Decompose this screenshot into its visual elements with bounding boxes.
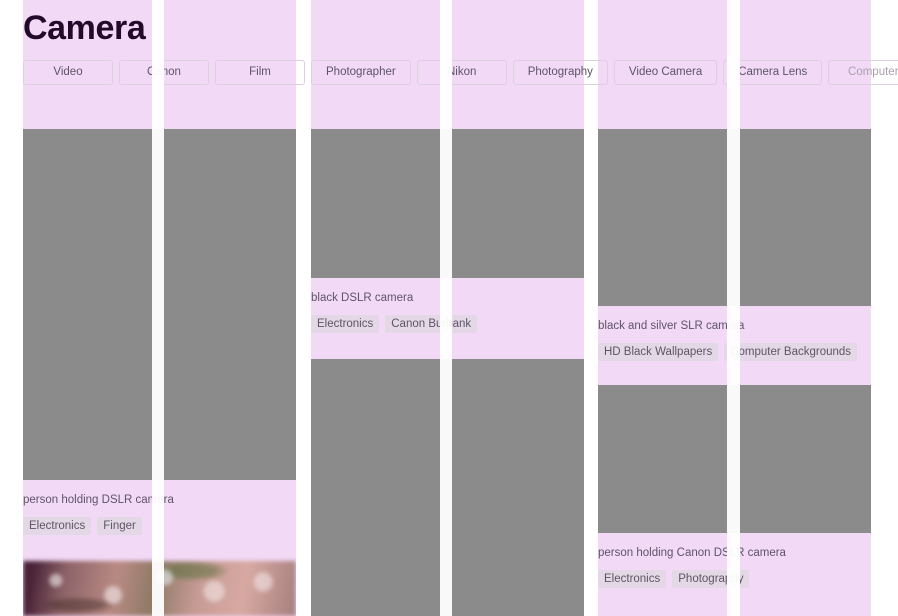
- related-tag-chip[interactable]: Computer: [828, 60, 898, 85]
- related-tag-chip[interactable]: Photography: [512, 60, 608, 85]
- photo-tag[interactable]: Electronics: [598, 570, 667, 588]
- page-title: Camera: [23, 9, 146, 47]
- photo-tag[interactable]: Computer Backgrounds: [724, 343, 858, 361]
- related-tag-chip[interactable]: Video: [23, 60, 113, 85]
- page-gutter-right: [871, 0, 898, 616]
- render-seam-3: [727, 0, 740, 616]
- photo-tag[interactable]: Electronics: [23, 517, 92, 535]
- photo-tag[interactable]: Electronics: [311, 315, 380, 333]
- related-tag-chip[interactable]: Photographer: [311, 60, 411, 85]
- page-header: Camera: [23, 0, 146, 50]
- related-tag-chip[interactable]: Nikon: [416, 60, 507, 85]
- photo-tag[interactable]: HD Black Wallpapers: [598, 343, 719, 361]
- related-tag-chip[interactable]: Film: [215, 60, 305, 85]
- render-seam-1: [152, 0, 164, 616]
- related-tag-chip[interactable]: Video Camera: [613, 60, 718, 85]
- photo-tag[interactable]: Canon Burbank: [385, 315, 478, 333]
- render-seam-2: [440, 0, 452, 616]
- page-gutter-left: [0, 0, 23, 616]
- page-gutter-2: [584, 0, 598, 616]
- related-tag-chip[interactable]: Canon: [119, 60, 209, 85]
- page-gutter-1: [296, 0, 311, 616]
- photo-tag[interactable]: Finger: [97, 517, 142, 535]
